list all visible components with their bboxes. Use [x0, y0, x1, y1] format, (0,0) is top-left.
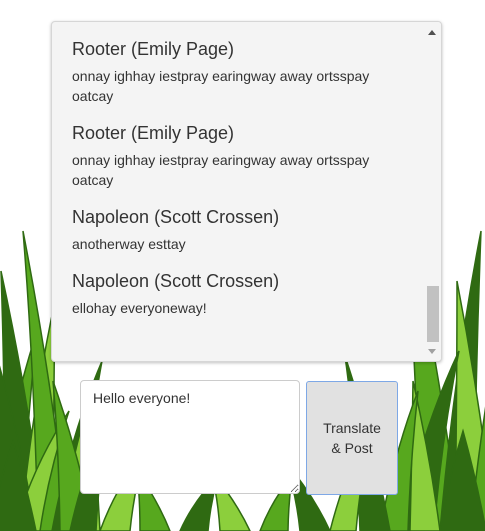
message-text: ellohay everyoneway! [72, 300, 207, 316]
message-author: Rooter (Emily Page) [72, 123, 235, 143]
message-author: Rooter (Emily Page) [72, 39, 235, 59]
message-text: onnay ighhay iestpray earingway away ort… [72, 68, 370, 104]
message-text: onnay ighhay iestpray earingway away ort… [72, 152, 370, 188]
message-feed[interactable]: Rooter (Emily Page) onnay ighhay iestpra… [51, 21, 442, 362]
scroll-up-arrow-icon[interactable] [423, 24, 441, 40]
message-text: anotherway esttay [72, 236, 186, 252]
message-list: Rooter (Emily Page) onnay ighhay iestpra… [52, 22, 423, 318]
list-item: Rooter (Emily Page) onnay ighhay iestpra… [52, 38, 423, 106]
feed-scrollbar[interactable] [423, 22, 441, 361]
message-input[interactable] [80, 380, 300, 494]
list-item: Napoleon (Scott Crossen) anotherway estt… [52, 206, 423, 254]
message-author: Napoleon (Scott Crossen) [72, 271, 280, 291]
translate-post-label: Translate & Post [323, 420, 381, 456]
list-item: Rooter (Emily Page) onnay ighhay iestpra… [52, 122, 423, 190]
list-item: Napoleon (Scott Crossen) ellohay everyon… [52, 270, 423, 318]
scroll-down-arrow-icon[interactable] [423, 343, 441, 359]
message-author: Napoleon (Scott Crossen) [72, 207, 280, 227]
translate-post-button[interactable]: Translate & Post [306, 381, 398, 495]
scroll-thumb[interactable] [427, 286, 439, 342]
